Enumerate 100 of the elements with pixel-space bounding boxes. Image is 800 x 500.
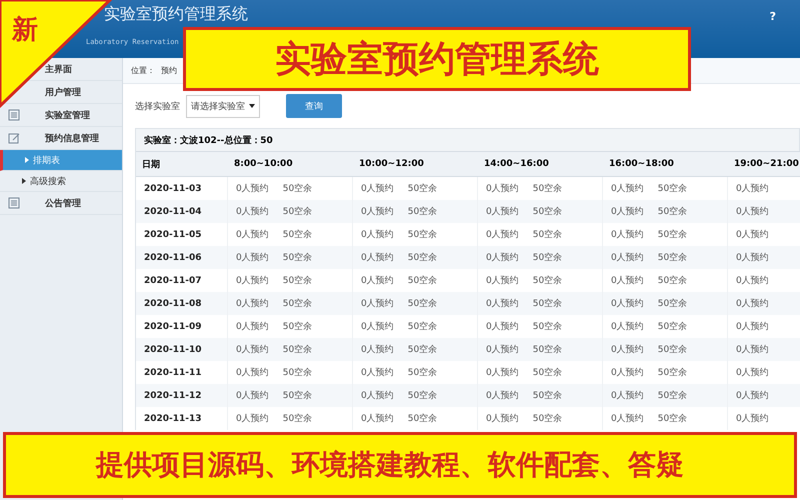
booked-count: 0人预约 [611, 274, 644, 287]
column-header: 16:00~18:00 [603, 151, 728, 177]
booked-count: 0人预约 [236, 206, 269, 218]
booked-count: 0人预约 [236, 182, 269, 195]
date-cell: 2020-11-10 [136, 338, 228, 361]
booked-count: 0人预约 [611, 298, 644, 310]
booked-count: 0人预约 [736, 252, 769, 264]
booked-count: 0人预约 [486, 320, 519, 333]
booked-count: 0人预约 [736, 366, 769, 379]
booked-count: 0人预约 [486, 390, 519, 402]
free-count: 50空余 [532, 366, 562, 379]
booked-count: 0人预约 [236, 252, 269, 264]
booked-count: 0人预约 [236, 412, 269, 425]
free-count: 50空余 [658, 298, 688, 310]
booked-count: 0人预约 [736, 182, 769, 195]
free-count: 50空余 [532, 344, 562, 356]
filter-label: 选择实验室 [135, 100, 180, 112]
free-count: 50空余 [658, 182, 688, 195]
booked-count: 0人预约 [611, 412, 644, 425]
free-count: 50空余 [282, 390, 312, 402]
booked-count: 0人预约 [486, 366, 519, 379]
table-caption: 实验室：文波102--总位置：50 [135, 128, 800, 151]
sidebar-item[interactable]: 实验室管理 [45, 108, 90, 122]
free-count: 50空余 [282, 252, 312, 264]
booked-count: 0人预约 [611, 344, 644, 356]
free-count: 50空余 [408, 390, 438, 402]
lab-select[interactable]: 请选择实验室 [186, 94, 260, 118]
column-header: 14:00~16:00 [478, 151, 603, 177]
free-count: 50空余 [532, 252, 562, 264]
free-count: 50空余 [282, 228, 312, 241]
booked-count: 0人预约 [736, 298, 769, 310]
caret-icon [25, 157, 29, 163]
booked-count: 0人预约 [611, 252, 644, 264]
booked-count: 0人预约 [736, 390, 769, 402]
free-count: 50空余 [532, 206, 562, 218]
sidebar-item[interactable]: 预约信息管理 [45, 132, 99, 144]
free-count: 50空余 [658, 412, 688, 425]
booked-count: 0人预约 [486, 206, 519, 218]
booked-count: 0人预约 [361, 298, 394, 310]
free-count: 50空余 [658, 344, 688, 356]
booked-count: 0人预约 [361, 274, 394, 287]
booked-count: 0人预约 [486, 182, 519, 195]
sidebar-item[interactable]: 主界面 [45, 62, 72, 76]
free-count: 50空余 [532, 320, 562, 333]
booked-count: 0人预约 [486, 252, 519, 264]
booked-count: 0人预约 [236, 366, 269, 379]
free-count: 50空余 [408, 206, 438, 218]
free-count: 50空余 [408, 320, 438, 333]
free-count: 50空余 [282, 412, 312, 425]
free-count: 50空余 [658, 252, 688, 264]
booked-count: 0人预约 [361, 412, 394, 425]
booked-count: 0人预约 [236, 320, 269, 333]
free-count: 50空余 [408, 252, 438, 264]
column-header: 10:00~12:00 [353, 151, 478, 177]
date-cell: 2020-11-04 [136, 200, 228, 223]
booked-count: 0人预约 [236, 274, 269, 287]
booked-count: 0人预约 [736, 274, 769, 287]
booked-count: 0人预约 [611, 320, 644, 333]
free-count: 50空余 [282, 320, 312, 333]
sidebar-item[interactable]: 高级搜索 [30, 174, 66, 188]
booked-count: 0人预约 [486, 344, 519, 356]
free-count: 50空余 [282, 298, 312, 310]
booked-count: 0人预约 [361, 228, 394, 241]
date-cell: 2020-11-06 [136, 246, 228, 269]
column-header: 日期 [136, 151, 228, 177]
booked-count: 0人预约 [486, 412, 519, 425]
sidebar-item[interactable]: 用户管理 [45, 86, 81, 98]
booked-count: 0人预约 [361, 320, 394, 333]
breadcrumb-link[interactable]: 预约 [161, 65, 177, 76]
query-button[interactable]: 查询 [286, 94, 342, 118]
free-count: 50空余 [532, 182, 562, 195]
free-count: 50空余 [532, 412, 562, 425]
booked-count: 0人预约 [236, 344, 269, 356]
app-title: 实验室预约管理系统 [104, 4, 248, 24]
booked-count: 0人预约 [361, 182, 394, 195]
booked-count: 0人预约 [611, 182, 644, 195]
free-count: 50空余 [408, 274, 438, 287]
caret-icon [22, 178, 26, 184]
free-count: 50空余 [658, 320, 688, 333]
booked-count: 0人预约 [611, 228, 644, 241]
promo-banner: 提供项目源码、环境搭建教程、软件配套、答疑 [3, 432, 797, 498]
booked-count: 0人预约 [361, 366, 394, 379]
column-header: 8:00~10:00 [228, 151, 353, 177]
booked-count: 0人预约 [611, 366, 644, 379]
free-count: 50空余 [658, 206, 688, 218]
booked-count: 0人预约 [236, 390, 269, 402]
free-count: 50空余 [532, 298, 562, 310]
free-count: 50空余 [408, 366, 438, 379]
sidebar-item[interactable]: 公告管理 [45, 196, 81, 210]
list-icon [8, 109, 20, 121]
help-link[interactable]: ? [770, 10, 776, 23]
booked-count: 0人预约 [486, 228, 519, 241]
free-count: 50空余 [408, 182, 438, 195]
free-count: 50空余 [532, 390, 562, 402]
column-header: 19:00~21:00 [728, 151, 800, 177]
free-count: 50空余 [282, 274, 312, 287]
edit-icon [8, 132, 20, 144]
booked-count: 0人预约 [736, 412, 769, 425]
booked-count: 0人预约 [611, 390, 644, 402]
booked-count: 0人预约 [486, 298, 519, 310]
